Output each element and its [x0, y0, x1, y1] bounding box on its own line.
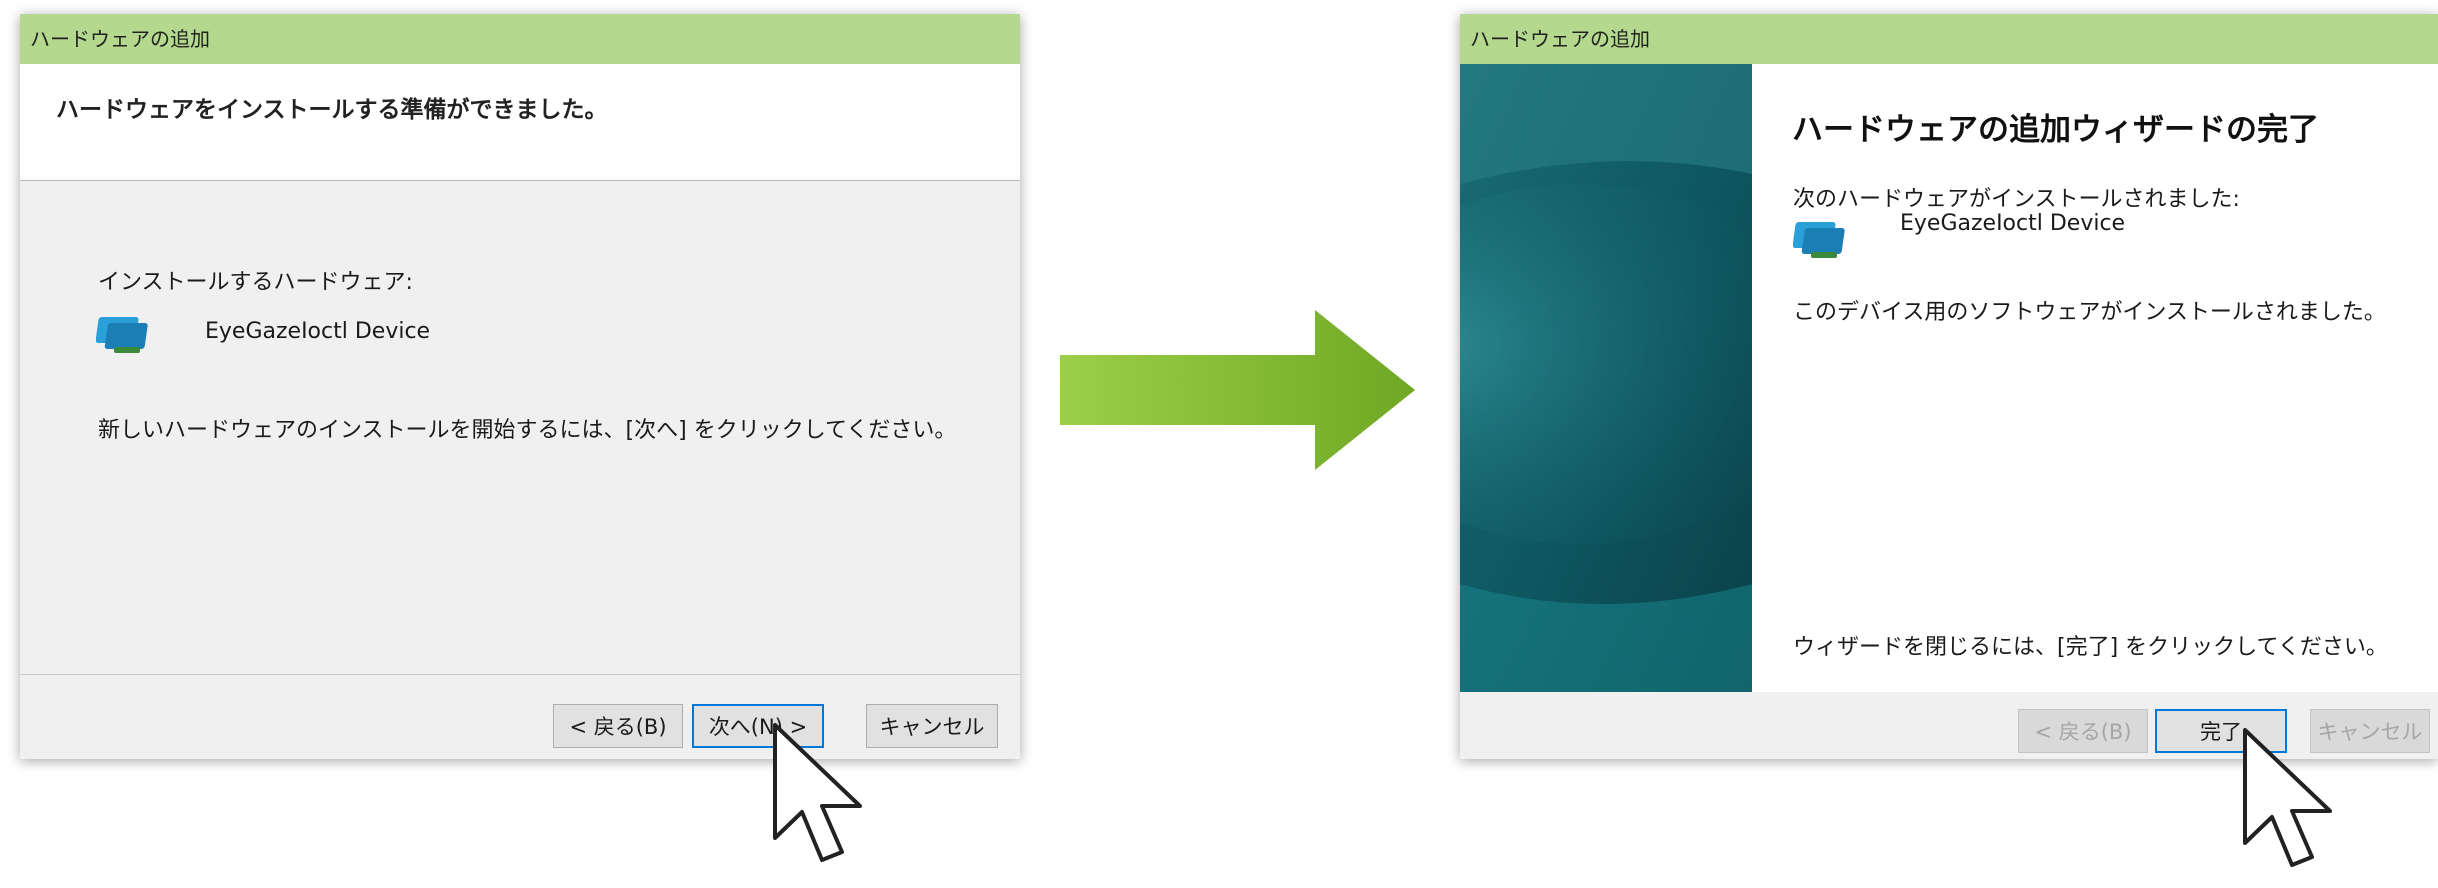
dialog-header: ハードウェアをインストールする準備ができました。: [20, 64, 1020, 181]
software-message: このデバイス用のソフトウェアがインストールされました。: [1793, 300, 2386, 325]
back-button[interactable]: < 戻る(B): [553, 704, 683, 748]
device-name: EyeGazeIoctl Device: [205, 319, 431, 344]
instruction-text: 新しいハードウェアのインストールを開始するには、[次へ] をクリックしてください…: [98, 418, 957, 443]
mouse-cursor-icon: [2243, 728, 2332, 867]
cancel-button[interactable]: キャンセル: [866, 704, 998, 748]
installed-label: 次のハードウェアがインストールされました:: [1793, 187, 2240, 212]
device-icon: [96, 317, 148, 353]
right-dialog: ハードウェアの追加 ハードウェアの追加ウィザードの完了 次のハードウェアがインス…: [1460, 14, 2438, 759]
install-label: インストールするハードウェア:: [98, 270, 413, 295]
footer-divider: [20, 674, 1020, 675]
wizard-heading: ハードウェアの追加ウィザードの完了: [1792, 112, 2319, 148]
mouse-cursor-icon: [773, 723, 862, 862]
wizard-side-art: [1460, 64, 1752, 692]
device-icon: [1793, 222, 1845, 258]
dialog-title: ハードウェアの追加: [20, 14, 1020, 64]
left-dialog: ハードウェアの追加 ハードウェアをインストールする準備ができました。 インストー…: [20, 14, 1020, 759]
back-button[interactable]: < 戻る(B): [2018, 709, 2148, 753]
dialog-title: ハードウェアの追加: [1460, 14, 2438, 64]
header-text: ハードウェアをインストールする準備ができました。: [56, 97, 608, 123]
device-name: EyeGazeIoctl Device: [1900, 211, 2126, 236]
green-arrow-icon: [1060, 310, 1415, 470]
close-instruction: ウィザードを閉じるには、[完了] をクリックしてください。: [1793, 635, 2388, 660]
content-pane: [1752, 64, 2438, 692]
